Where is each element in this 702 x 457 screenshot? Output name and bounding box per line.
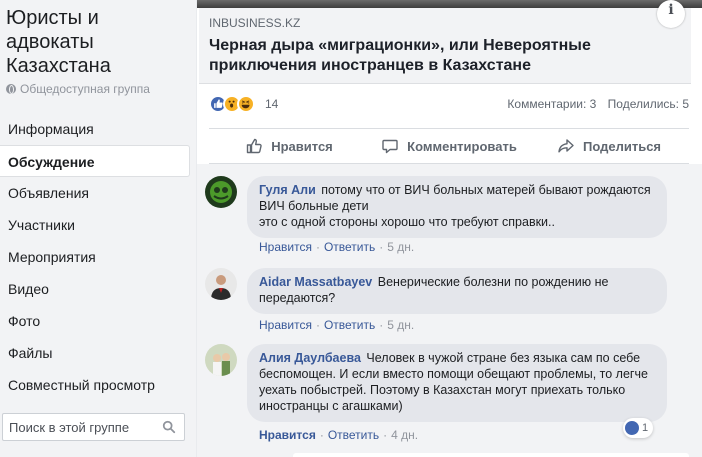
nav-item-watch-party[interactable]: Совместный просмотр: [0, 369, 190, 401]
comment-bubble: Aidar Massatbayev Венерические болезни п…: [247, 268, 667, 314]
comment-button-label: Комментировать: [407, 138, 517, 154]
comment-text: потому что от ВИЧ больных матерей бывают…: [259, 183, 651, 213]
next-comment-preview: [293, 453, 689, 457]
nav-item-discussion[interactable]: Обсуждение: [0, 145, 190, 177]
avatar[interactable]: [205, 176, 237, 208]
group-search-box: [2, 413, 185, 441]
nav-item-photos[interactable]: Фото: [0, 305, 190, 337]
comment-meta: Нравится · Ответить · 5 дн.: [259, 318, 415, 332]
share-button-label: Поделиться: [582, 138, 662, 154]
globe-icon: [6, 84, 16, 94]
comment-meta: Нравится · Ответить · 4 дн.: [259, 428, 419, 442]
link-domain: INBUSINESS.KZ: [209, 16, 301, 30]
comment-author[interactable]: Aidar Massatbayev: [259, 275, 372, 289]
comment-time[interactable]: 5 дн.: [387, 240, 414, 254]
nav-item-files[interactable]: Файлы: [0, 337, 190, 369]
group-search-input[interactable]: [9, 419, 149, 435]
share-button[interactable]: Поделиться: [529, 129, 689, 163]
comment-bubble: Алия Даулбаева Человек в чужой стране бе…: [247, 344, 667, 422]
comment-item: Алия Даулбаева Человек в чужой стране бе…: [205, 344, 695, 444]
comments-section: Гуля Али потому что от ВИЧ больных матер…: [197, 164, 702, 457]
comment-item: Гуля Али потому что от ВИЧ больных матер…: [205, 176, 695, 256]
comment-like-link[interactable]: Нравится: [259, 428, 316, 442]
comment-item: Aidar Massatbayev Венерические болезни п…: [205, 268, 695, 338]
share-icon: [558, 139, 574, 153]
comment-reply-link[interactable]: Ответить: [324, 318, 375, 332]
group-privacy-label: Общедоступная группа: [20, 82, 150, 96]
nav-item-announcements[interactable]: Объявления: [0, 177, 190, 209]
nav-item-members[interactable]: Участники: [0, 209, 190, 241]
comment-like-link[interactable]: Нравится: [259, 240, 312, 254]
nav-item-events[interactable]: Мероприятия: [0, 241, 190, 273]
avatar[interactable]: [205, 268, 237, 300]
group-privacy: Общедоступная группа: [6, 82, 150, 96]
avatar[interactable]: [205, 344, 237, 376]
group-title[interactable]: Юристы и адвокаты Казахстана: [6, 6, 191, 78]
comments-count[interactable]: Комментарии: 3: [507, 97, 596, 111]
comment-text-line2: это с одной стороны хорошо что требуют с…: [259, 215, 555, 229]
post-actions: Нравится Комментировать Поделиться: [209, 128, 689, 164]
comment-bubble: Гуля Али потому что от ВИЧ больных матер…: [247, 176, 667, 238]
like-button-label: Нравится: [271, 138, 333, 154]
comment-meta: Нравится · Ответить · 5 дн.: [259, 240, 415, 254]
link-title[interactable]: Черная дыра «миграционки», или Невероятн…: [209, 36, 649, 76]
reaction-count[interactable]: 14: [265, 97, 278, 111]
info-icon[interactable]: i: [657, 0, 685, 28]
nav-item-videos[interactable]: Видео: [0, 273, 190, 305]
link-preview[interactable]: INBUSINESS.KZ Черная дыра «миграционки»,…: [199, 8, 691, 84]
comment-reply-link[interactable]: Ответить: [324, 240, 375, 254]
group-sidebar: Юристы и адвокаты Казахстана Общедоступн…: [0, 0, 196, 457]
comment-like-link[interactable]: Нравится: [259, 318, 312, 332]
comment-author[interactable]: Гуля Али: [259, 183, 316, 197]
like-button[interactable]: Нравится: [209, 129, 369, 163]
post-card: INBUSINESS.KZ Черная дыра «миграционки»,…: [197, 0, 702, 457]
search-icon[interactable]: [162, 420, 176, 434]
comment-reaction-count: 1: [642, 422, 649, 434]
comment-icon: [382, 139, 398, 154]
haha-reaction-icon[interactable]: [237, 95, 255, 113]
comment-button[interactable]: Комментировать: [369, 129, 529, 163]
thumbs-up-icon: [247, 138, 262, 154]
thumbs-up-icon: [625, 421, 639, 435]
reactions-summary: 14 Комментарии: 3 Поделились: 5: [209, 93, 689, 117]
comment-author[interactable]: Алия Даулбаева: [259, 351, 361, 365]
comment-time[interactable]: 5 дн.: [387, 318, 414, 332]
post-counts: Комментарии: 3 Поделились: 5: [499, 97, 689, 111]
comment-reaction-chip[interactable]: 1: [623, 418, 654, 438]
nav-item-info[interactable]: Информация: [0, 113, 190, 145]
link-preview-image[interactable]: [197, 0, 702, 8]
comment-reply-link[interactable]: Ответить: [328, 428, 379, 442]
group-nav: Информация Обсуждение Объявления Участни…: [0, 113, 190, 401]
comment-time[interactable]: 4 дн.: [391, 428, 418, 442]
shares-count[interactable]: Поделились: 5: [608, 97, 689, 111]
